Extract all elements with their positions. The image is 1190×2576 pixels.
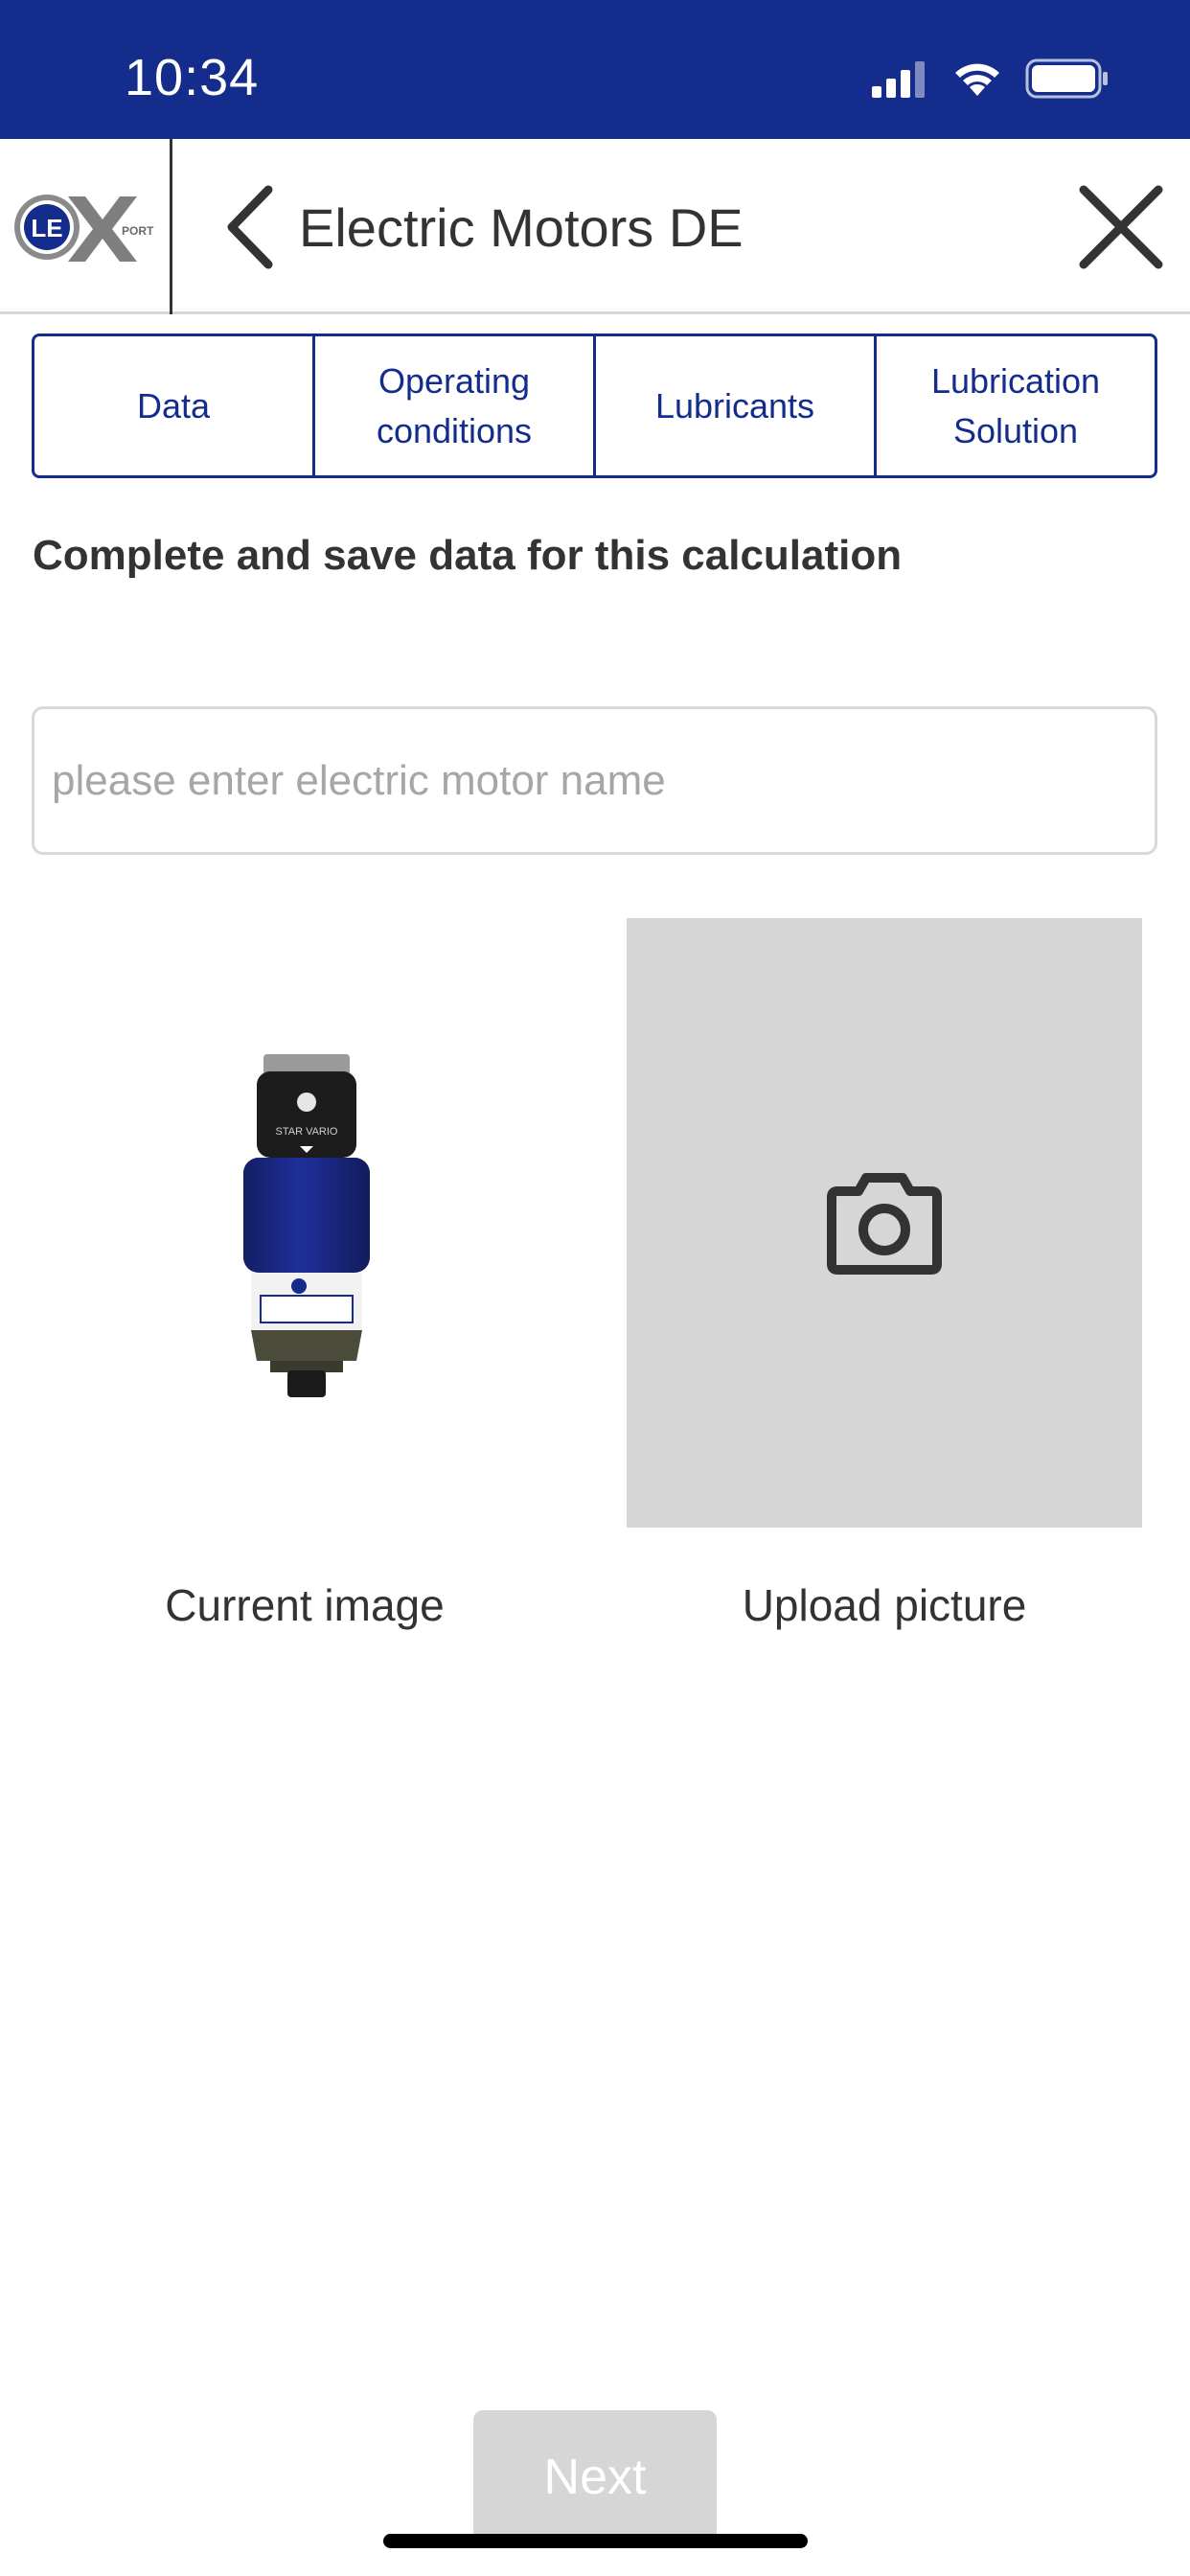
chevron-left-icon [227,185,273,269]
status-time: 10:34 [125,49,260,106]
tab-operating-conditions[interactable]: Operating conditions [315,336,596,475]
tab-lubrication-solution[interactable]: Lubrication Solution [877,336,1155,475]
camera-icon [827,1173,942,1275]
section-heading: Complete and save data for this calculat… [33,532,903,579]
wifi-icon [955,63,999,96]
close-button[interactable] [1071,177,1171,277]
status-icons [872,58,1110,100]
home-indicator [383,2534,808,2548]
app-logo: LE PORT [0,139,172,314]
battery-icon [1025,58,1108,99]
svg-text:LE: LE [31,214,62,242]
svg-text:STAR VARIO: STAR VARIO [276,1126,338,1138]
current-image-caption: Current image [165,1580,445,1630]
lexport-logo-icon: LE PORT [13,194,154,262]
tab-data[interactable]: Data [34,336,315,475]
upload-picture-caption: Upload picture [742,1580,1027,1630]
back-button[interactable] [216,179,283,275]
current-image: STAR VARIO [153,1025,460,1514]
motor-name-input[interactable] [32,706,1157,855]
lubricator-product-image: STAR VARIO [243,1054,370,1397]
svg-text:PORT: PORT [122,224,154,238]
close-icon [1079,185,1163,269]
page-title: Electric Motors DE [299,197,744,258]
upload-picture-button[interactable] [627,918,1142,1528]
tab-lubricants[interactable]: Lubricants [596,336,877,475]
next-button[interactable]: Next [473,2410,717,2544]
status-bar: 10:34 [0,0,1190,139]
navigation-bar: LE PORT Electric Motors DE [0,139,1190,314]
step-tabs: Data Operating conditions Lubricants Lub… [32,334,1157,478]
cellular-signal-icon [872,61,925,98]
